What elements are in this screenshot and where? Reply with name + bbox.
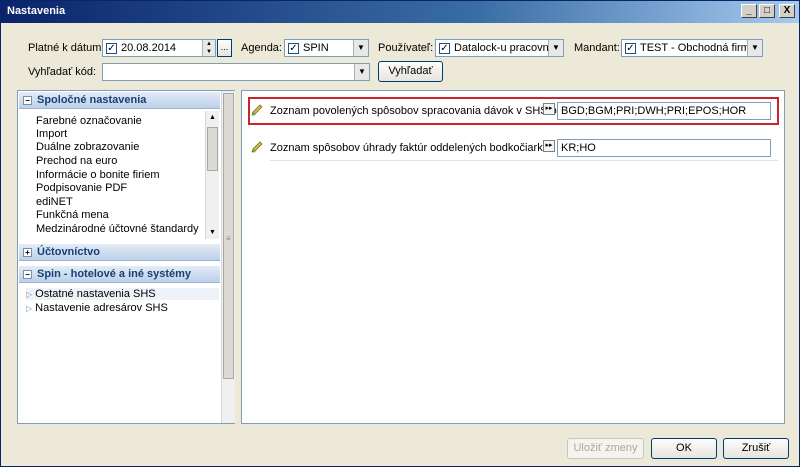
date-value: 20.08.2014 — [121, 42, 177, 54]
date-field[interactable]: ✓ 20.08.2014 ▲ ▼ — [102, 39, 216, 57]
mandant-checkbox[interactable]: ✓ — [625, 43, 636, 54]
title-bar[interactable]: Nastavenia _ □ X — [1, 1, 799, 23]
date-picker-button[interactable]: ... — [217, 39, 232, 57]
row-divider — [270, 160, 778, 161]
search-button[interactable]: Vyhľadať — [378, 61, 443, 82]
list-item[interactable]: Medzinárodné účtovné štandardy — [36, 223, 199, 235]
chevron-down-icon[interactable]: ▼ — [354, 64, 369, 80]
cancel-button[interactable]: Zrušiť — [723, 438, 789, 459]
agenda-label: Agenda: — [241, 42, 282, 54]
user-checkbox[interactable]: ✓ — [439, 43, 450, 54]
list-item[interactable]: Informácie o bonite firiem — [36, 169, 160, 181]
list-item[interactable]: Podpisovanie PDF — [36, 182, 127, 194]
minimize-button[interactable]: _ — [741, 4, 757, 18]
tree-item[interactable]: ▷ Ostatné nastavenia SHS — [26, 288, 219, 300]
date-spinner[interactable]: ▲ ▼ — [202, 40, 215, 56]
collapse-icon[interactable]: − — [23, 270, 32, 279]
list-item[interactable]: Duálne zobrazovanie — [36, 141, 139, 153]
setting-row: Zoznam spôsobov úhrady faktúr oddelených… — [246, 134, 778, 162]
agenda-select[interactable]: ✓ SPIN ▼ — [284, 39, 369, 57]
section-header-spin[interactable]: − Spin - hotelové a iné systémy — [19, 266, 220, 283]
expand-icon[interactable]: + — [23, 248, 32, 257]
maximize-button[interactable]: □ — [759, 4, 775, 18]
search-label: Vyhľadať kód: — [28, 66, 97, 78]
highlight-annotation — [248, 97, 779, 125]
section-header-accounting[interactable]: + Účtovníctvo — [19, 244, 220, 261]
save-changes-button[interactable]: Uložiť zmeny — [567, 438, 644, 459]
chevron-down-icon[interactable]: ▼ — [747, 40, 762, 56]
fast-forward-icon[interactable]: ▸▸ — [543, 140, 555, 152]
triangle-right-icon: ▷ — [26, 290, 33, 299]
search-input[interactable]: ▼ — [102, 63, 370, 81]
user-label: Používateľ: — [378, 42, 434, 54]
agenda-checkbox[interactable]: ✓ — [288, 43, 299, 54]
list-item[interactable]: Prechod na euro — [36, 155, 117, 167]
scroll-thumb[interactable] — [207, 127, 218, 171]
setting-label: Zoznam spôsobov úhrady faktúr oddelených… — [270, 142, 574, 154]
mandant-value: TEST - Obchodná firma — [640, 42, 756, 54]
chevron-down-icon[interactable]: ▼ — [353, 40, 368, 56]
mandant-select[interactable]: ✓ TEST - Obchodná firma ▼ — [621, 39, 763, 57]
settings-detail-panel: Zoznam povolených spôsobov spracovania d… — [241, 90, 785, 424]
ok-button[interactable]: OK — [651, 438, 717, 459]
section-header-common[interactable]: − Spoločné nastavenia — [19, 92, 220, 109]
scroll-up-icon[interactable]: ▲ — [206, 111, 219, 124]
list-item[interactable]: Farebné označovanie — [36, 115, 142, 127]
list-item[interactable]: Import — [36, 128, 67, 140]
collapse-icon[interactable]: − — [23, 96, 32, 105]
date-label: Platné k dátumu: — [28, 42, 111, 54]
user-value: Datalock-u pracovník — [454, 42, 558, 54]
scroll-down-icon[interactable]: ▼ — [206, 226, 219, 239]
chevron-down-icon[interactable]: ▼ — [548, 40, 563, 56]
date-checkbox[interactable]: ✓ — [106, 43, 117, 54]
section1-scrollbar[interactable]: ▲ ▼ — [205, 111, 219, 239]
user-select[interactable]: ✓ Datalock-u pracovník ▼ — [435, 39, 564, 57]
settings-tree-panel: − Spoločné nastavenia Farebné označovani… — [17, 90, 235, 424]
scroll-thumb[interactable]: ≡ — [223, 93, 234, 379]
close-button[interactable]: X — [779, 4, 795, 18]
list-item[interactable]: ediNET — [36, 196, 73, 208]
pencil-icon — [250, 140, 264, 157]
agenda-value: SPIN — [303, 42, 329, 54]
mandant-label: Mandant: — [574, 42, 620, 54]
left-panel-scrollbar[interactable]: ≡ — [221, 91, 235, 423]
settings-window: Nastavenia _ □ X Platné k dátumu: ✓ 20.0… — [0, 0, 800, 467]
grip-icon: ≡ — [226, 234, 231, 243]
window-title: Nastavenia — [7, 5, 66, 17]
tree-item[interactable]: ▷ Nastavenie adresárov SHS — [26, 302, 168, 314]
triangle-right-icon: ▷ — [26, 304, 33, 313]
list-item[interactable]: Funkčná mena — [36, 209, 109, 221]
setting-value-input[interactable]: KR;HO — [557, 139, 771, 157]
